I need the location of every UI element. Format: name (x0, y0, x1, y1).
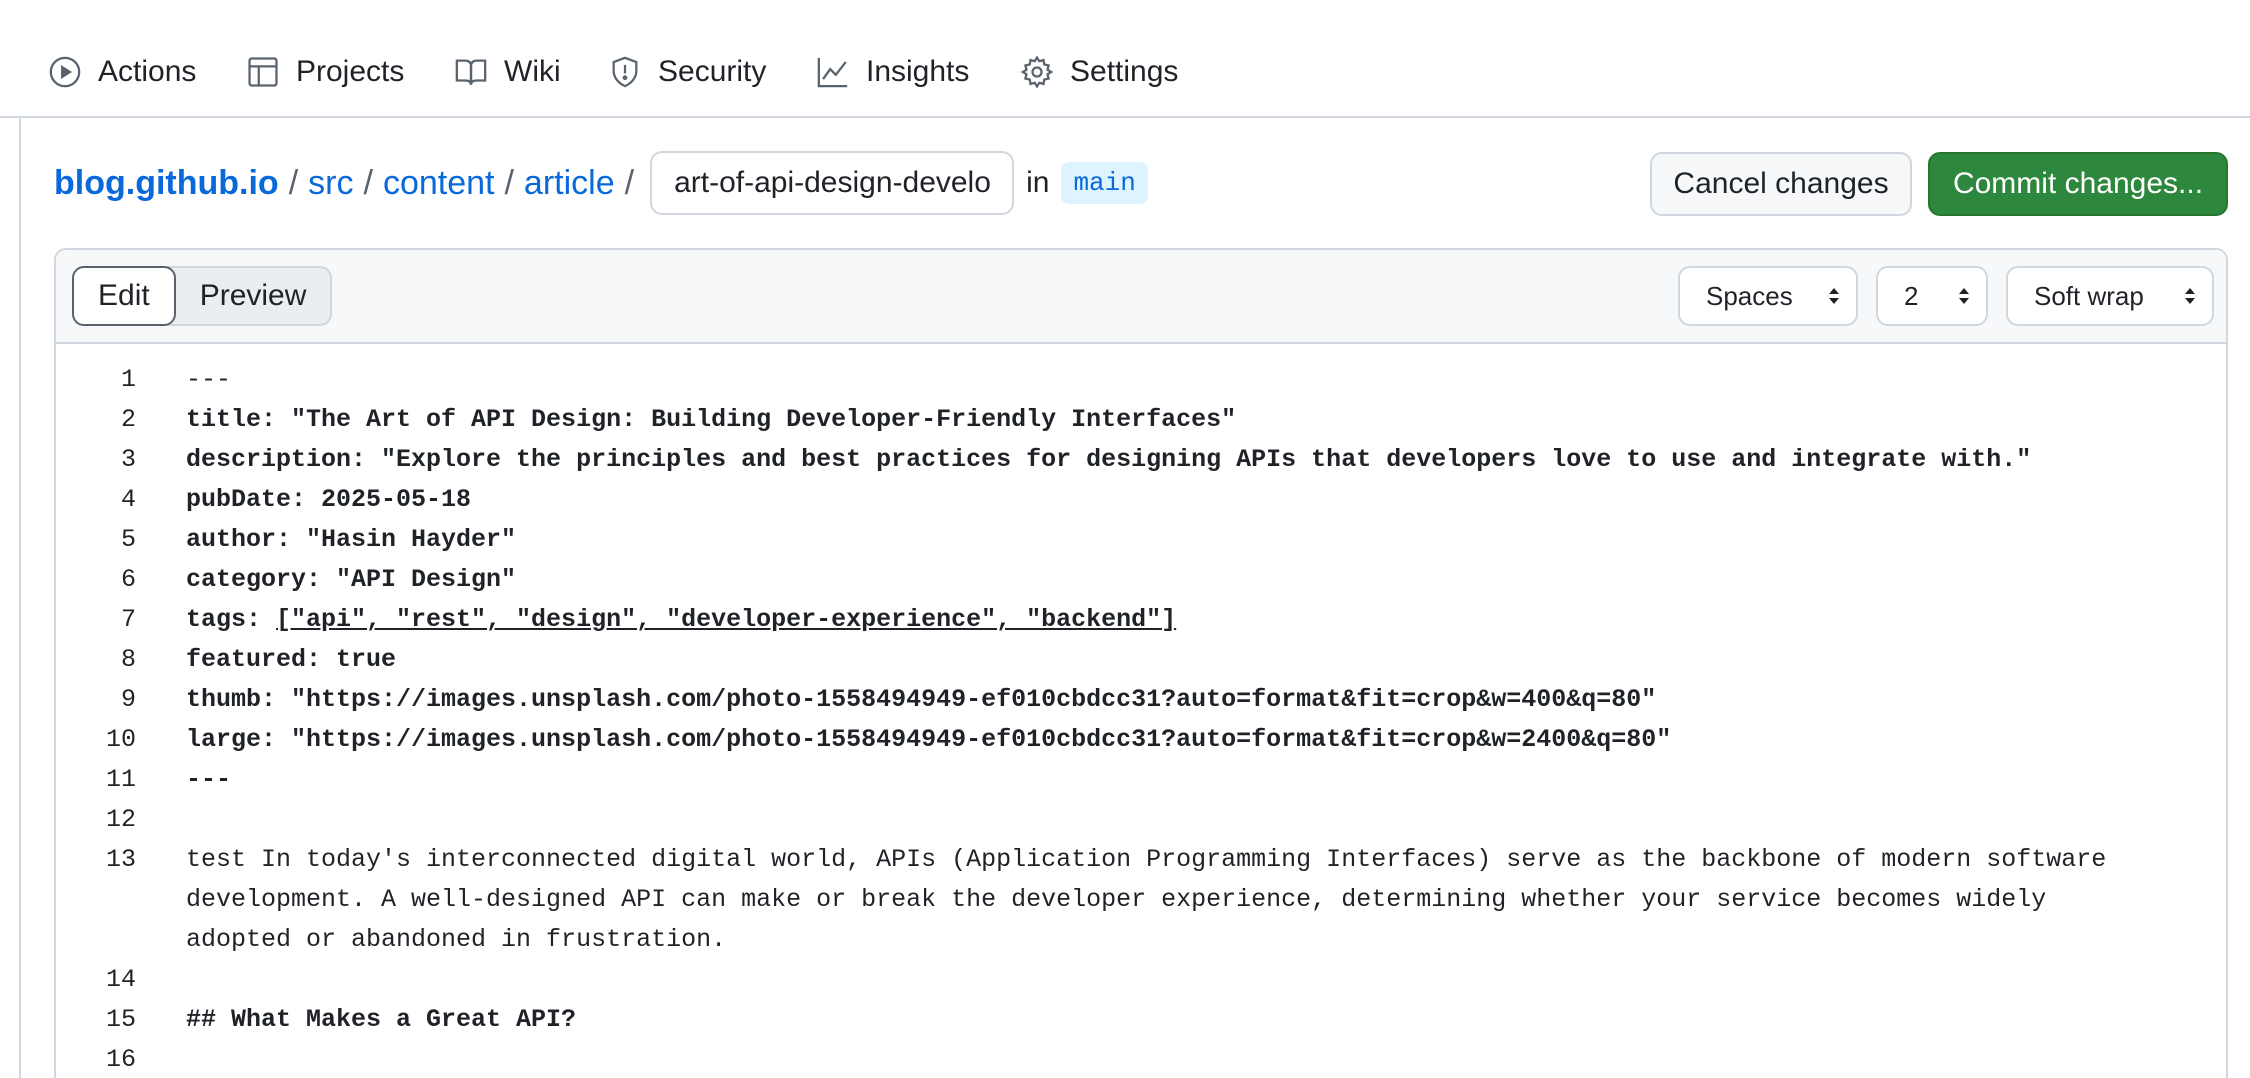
breadcrumb-link-article[interactable]: article (524, 164, 615, 203)
code-line: 2 title: "The Art of API Design: Buildin… (56, 400, 2226, 440)
line-content: tags: ["api", "rest", "design", "develop… (186, 600, 2226, 640)
nav-label: Insights (866, 55, 970, 88)
breadcrumb-separator: / (363, 163, 373, 202)
line-content: featured: true (186, 645, 397, 674)
code-line: 4 pubDate: 2025-05-18 (56, 480, 2226, 520)
table-icon (248, 57, 278, 87)
indent-mode-value: Spaces (1706, 280, 1793, 311)
code-line: 10 large: "https://images.unsplash.com/p… (56, 720, 2226, 760)
line-number: 11 (105, 765, 136, 794)
code-line: 5 author: "Hasin Hayder" (56, 520, 2226, 560)
line-number: 1 (120, 365, 136, 394)
play-circle-icon (49, 56, 81, 88)
line-number: 16 (105, 1045, 136, 1074)
code-line: 15 ## What Makes a Great API? (56, 1000, 2226, 1040)
line-content: --- (186, 765, 232, 794)
code-line: 16 (56, 1040, 2226, 1078)
indent-mode-select[interactable]: Spaces (1678, 266, 1858, 326)
nav-label: Security (658, 55, 767, 88)
line-content: test In today's interconnected digital w… (186, 845, 2122, 954)
line-number: 15 (105, 1005, 136, 1034)
line-content: ## What Makes a Great API? (186, 1005, 577, 1034)
line-number: 2 (120, 405, 136, 434)
breadcrumb: blog.github.io / src / content / article… (54, 150, 1148, 216)
line-number: 6 (120, 565, 136, 594)
line-number: 3 (120, 445, 136, 474)
line-content (186, 1040, 2226, 1078)
breadcrumb-separator: / (504, 163, 514, 202)
nav-item-settings[interactable]: Settings (1020, 52, 1178, 92)
tab-preview[interactable]: Preview (176, 268, 331, 324)
sidebar-divider (19, 118, 21, 1078)
line-content (186, 960, 2226, 1000)
code-line: 7 tags: ["api", "rest", "design", "devel… (56, 600, 2226, 640)
line-content (186, 800, 2226, 840)
line-number: 7 (120, 605, 136, 634)
tags-key: tags: (186, 605, 277, 634)
breadcrumb-link-content[interactable]: content (383, 164, 495, 203)
code-line: 6 category: "API Design" (56, 560, 2226, 600)
tab-edit[interactable]: Edit (72, 266, 176, 326)
indent-size-value: 2 (1904, 280, 1919, 311)
line-content: --- (186, 365, 232, 394)
nav-item-insights[interactable]: Insights (816, 52, 969, 92)
line-content: author: "Hasin Hayder" (186, 525, 517, 554)
nav-label: Wiki (504, 55, 561, 88)
breadcrumb-repo-link[interactable]: blog.github.io (54, 164, 279, 203)
line-content: category: "API Design" (186, 565, 517, 594)
select-caret-icon (1959, 288, 1969, 304)
line-content: title: "The Art of API Design: Building … (186, 405, 1237, 434)
line-number: 8 (120, 645, 136, 674)
line-number: 12 (105, 805, 136, 834)
line-number: 5 (120, 525, 136, 554)
nav-item-actions[interactable]: Actions (48, 52, 196, 92)
line-content: pubDate: 2025-05-18 (186, 485, 472, 514)
breadcrumb-separator: / (624, 163, 635, 202)
shield-icon (612, 56, 638, 88)
nav-label: Settings (1070, 55, 1179, 88)
wrap-mode-value: Soft wrap (2034, 280, 2144, 311)
cancel-changes-button[interactable]: Cancel changes (1650, 152, 1912, 216)
code-line: 12 (56, 800, 2226, 840)
code-line: 13 test In today's interconnected digita… (56, 840, 2226, 960)
graph-icon (817, 57, 848, 88)
book-icon (455, 59, 487, 85)
editor-toolbar: Edit Preview Spaces 2 Soft wrap (56, 250, 2226, 344)
nav-item-wiki[interactable]: Wiki (454, 52, 561, 92)
in-label: in (1026, 166, 1050, 199)
code-line: 3 description: "Explore the principles a… (56, 440, 2226, 480)
nav-label: Projects (296, 55, 405, 88)
select-caret-icon (2185, 288, 2195, 304)
gear-icon (1020, 55, 1054, 89)
editor-tabs: Edit Preview (72, 266, 333, 326)
code-editor: Edit Preview Spaces 2 Soft wrap 1 --- 2 … (54, 248, 2228, 1078)
tags-value: ["api", "rest", "design", "developer-exp… (276, 605, 1177, 634)
repo-nav: Actions Projects Wiki Security Insights … (0, 0, 2250, 118)
code-line: 14 (56, 960, 2226, 1000)
select-caret-icon (1829, 288, 1839, 304)
code-line: 8 featured: true (56, 640, 2226, 680)
breadcrumb-link-src[interactable]: src (308, 164, 353, 203)
code-area[interactable]: 1 --- 2 title: "The Art of API Design: B… (56, 344, 2226, 1078)
indent-size-select[interactable]: 2 (1876, 266, 1988, 326)
code-line: 11 --- (56, 760, 2226, 800)
line-content: description: "Explore the principles and… (186, 445, 2032, 474)
line-number: 9 (120, 685, 136, 714)
breadcrumb-separator: / (288, 163, 299, 202)
nav-label: Actions (98, 55, 197, 88)
branch-badge: main (1061, 162, 1148, 204)
line-number: 10 (105, 725, 136, 754)
nav-item-projects[interactable]: Projects (246, 52, 404, 92)
line-number: 14 (105, 965, 136, 994)
line-content: thumb: "https://images.unsplash.com/phot… (186, 685, 1657, 714)
wrap-mode-select[interactable]: Soft wrap (2006, 266, 2214, 326)
line-content: large: "https://images.unsplash.com/phot… (186, 725, 1672, 754)
filename-input[interactable] (650, 151, 1015, 215)
code-line: 1 --- (56, 344, 2226, 400)
code-line: 9 thumb: "https://images.unsplash.com/ph… (56, 680, 2226, 720)
nav-item-security[interactable]: Security (608, 52, 766, 92)
commit-changes-button[interactable]: Commit changes... (1928, 152, 2228, 216)
line-number: 13 (105, 845, 136, 874)
line-number: 4 (120, 485, 136, 514)
